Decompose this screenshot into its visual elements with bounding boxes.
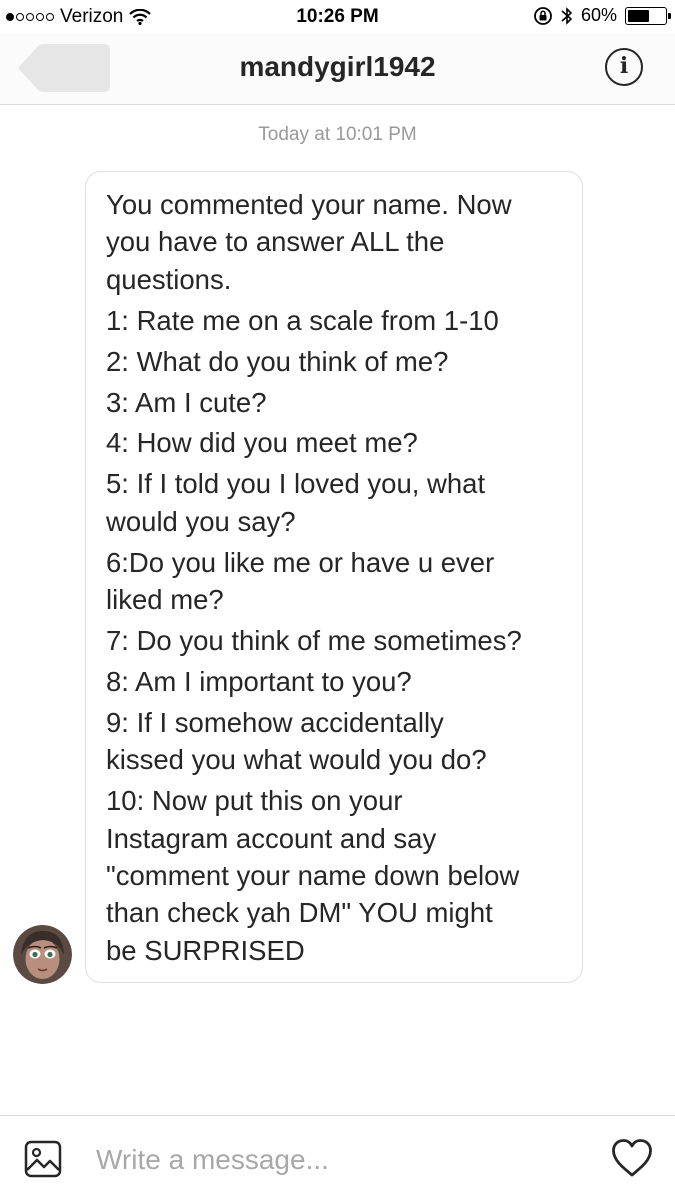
avatar-image xyxy=(13,925,72,984)
heart-icon[interactable] xyxy=(611,1138,653,1178)
message-line: "comment your name down below xyxy=(106,859,520,891)
status-bar: Verizon 10:26 PM 60% xyxy=(0,0,675,34)
message-line: liked me? xyxy=(106,584,224,616)
message-composer xyxy=(0,1115,675,1201)
message-line: questions. xyxy=(106,263,232,295)
image-icon[interactable] xyxy=(24,1140,62,1178)
info-glyph: i xyxy=(619,53,629,79)
battery-level xyxy=(628,9,649,22)
message-line: Instagram account and say xyxy=(106,822,437,854)
bluetooth-icon xyxy=(561,6,573,25)
conversation-title[interactable]: mandygirl1942 xyxy=(0,51,675,83)
message-line: 4: How did you meet me? xyxy=(106,427,418,459)
battery-tip xyxy=(668,12,671,19)
message-line: kissed you what would you do? xyxy=(106,744,487,776)
message-bubble[interactable]: You commented your name. Now you have to… xyxy=(85,171,583,983)
battery-icon xyxy=(625,6,671,25)
message-line: than check yah DM" YOU might xyxy=(106,897,493,929)
message-line: You commented your name. Now xyxy=(106,189,512,220)
battery-percent: 60% xyxy=(580,5,617,25)
message-line: 2: What do you think of me? xyxy=(106,345,449,377)
message-line: 9: If I somehow accidentally xyxy=(106,706,444,738)
message-line: be SURPRISED xyxy=(106,934,305,966)
message-line: 6:Do you like me or have u ever xyxy=(106,546,495,578)
message-line: 10: Now put this on your xyxy=(106,785,403,817)
message-line: 1: Rate me on a scale from 1-10 xyxy=(106,304,499,336)
message-timestamp: Today at 10:01 PM xyxy=(258,124,417,145)
message-line: 8: Am I important to you? xyxy=(106,665,412,697)
info-icon[interactable]: i xyxy=(605,48,643,86)
message-line: 5: If I told you I loved you, what xyxy=(106,468,486,500)
status-right: 60% xyxy=(533,5,671,26)
orientation-lock-icon xyxy=(534,6,552,25)
message-line: you have to answer ALL the xyxy=(106,226,445,258)
conversation-header: mandygirl1942 i xyxy=(0,34,675,105)
message-line: would you say? xyxy=(106,505,296,537)
message-line: 3: Am I cute? xyxy=(106,386,267,418)
message-line: 7: Do you think of me sometimes? xyxy=(106,624,522,656)
avatar[interactable] xyxy=(13,925,72,984)
message-input[interactable] xyxy=(96,1138,576,1182)
